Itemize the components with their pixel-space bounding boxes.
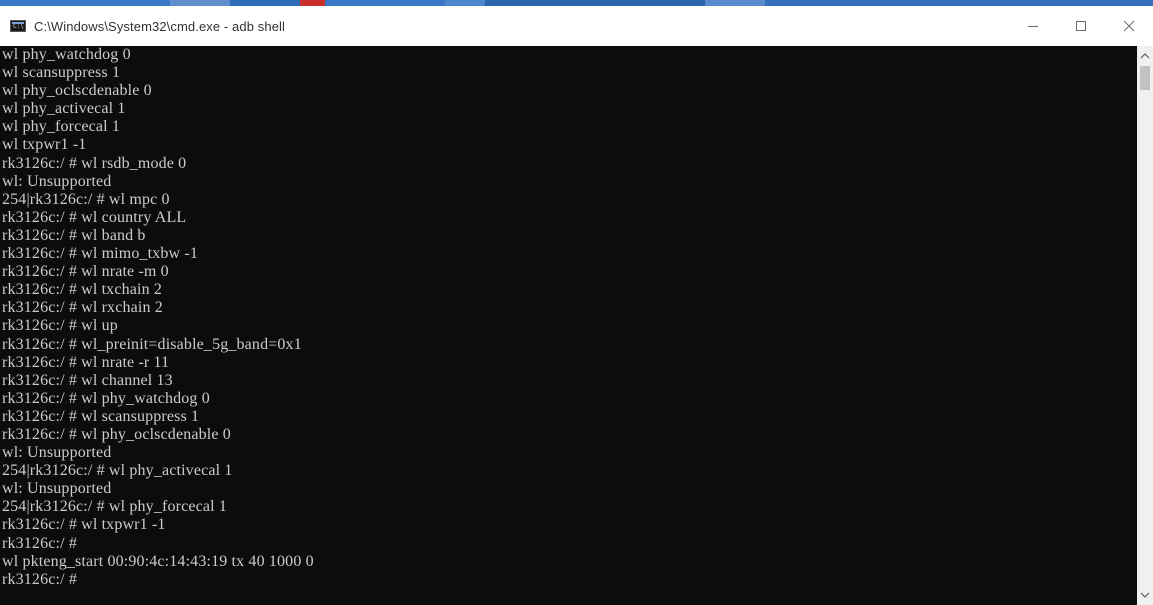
console-line: rk3126c:/ # wl rxchain 2: [2, 299, 163, 317]
console-line: rk3126c:/ # wl channel 13: [2, 371, 173, 389]
console-line: wl: Unsupported: [2, 172, 112, 190]
vertical-scrollbar[interactable]: [1137, 46, 1153, 605]
console-line: wl: Unsupported: [2, 444, 112, 462]
maximize-icon: [1076, 21, 1086, 31]
console-line: rk3126c:/ # wl nrate -r 11: [2, 353, 170, 371]
window-controls: [1009, 6, 1153, 46]
console-line: 254|rk3126c:/ # wl phy_forcecal 1: [2, 498, 227, 516]
console-line: rk3126c:/ # wl scansuppress 1: [2, 407, 200, 425]
console-line: wl phy_oclscdenable 0: [2, 82, 152, 100]
scroll-down-button[interactable]: [1137, 587, 1153, 603]
title-bar[interactable]: C:\ C:\Windows\System32\cmd.exe - adb sh…: [0, 6, 1153, 46]
close-button[interactable]: [1105, 6, 1153, 46]
maximize-button[interactable]: [1057, 6, 1105, 46]
console-line: rk3126c:/ # wl txchain 2: [2, 281, 163, 299]
console-line: 254|rk3126c:/ # wl phy_activecal 1: [2, 462, 233, 480]
console-output[interactable]: wl phy_watchdog 0 wl scansuppress 1 wl phy…: [0, 46, 1137, 605]
console-line: rk3126c:/ #: [2, 570, 77, 588]
cmd-window: C:\ C:\Windows\System32\cmd.exe - adb sh…: [0, 0, 1153, 605]
window-title: C:\Windows\System32\cmd.exe - adb shell: [34, 18, 285, 34]
console-line: rk3126c:/ # wl rsdb_mode 0: [2, 154, 187, 172]
console-line: wl scansuppress 1: [2, 64, 121, 82]
console-line: rk3126c:/ # wl up: [2, 317, 118, 335]
console-line: rk3126c:/ # wl_preinit=disable_5g_band=0…: [2, 335, 302, 353]
console-line: rk3126c:/ # wl phy_oclscdenable 0: [2, 425, 231, 443]
console-line: rk3126c:/ # wl band b: [2, 226, 146, 244]
console-line: rk3126c:/ # wl phy_watchdog 0: [2, 389, 210, 407]
console-line: wl: Unsupported: [2, 480, 112, 498]
console-line: wl txpwr1 -1: [2, 136, 87, 154]
console-line: 254|rk3126c:/ # wl mpc 0: [2, 190, 170, 208]
console-line: rk3126c:/ # wl txpwr1 -1: [2, 516, 166, 534]
scroll-thumb[interactable]: [1140, 66, 1150, 90]
console-line: rk3126c:/ # wl country ALL: [2, 208, 187, 226]
minimize-icon: [1028, 26, 1038, 27]
close-icon: [1123, 20, 1135, 32]
console-line: rk3126c:/ # wl mimo_txbw -1: [2, 245, 199, 263]
console-line: rk3126c:/ #: [2, 534, 77, 552]
console-icon: C:\: [10, 20, 26, 32]
console-lines: wl phy_watchdog 0 wl scansuppress 1 wl phy…: [2, 46, 314, 589]
scroll-up-icon: [1140, 53, 1150, 59]
scroll-down-icon: [1140, 592, 1150, 598]
scroll-up-button[interactable]: [1137, 48, 1153, 64]
console-line: wl phy_activecal 1: [2, 100, 126, 118]
console-line: wl pkteng_start 00:90:4c:14:43:19 tx 40 …: [2, 552, 314, 570]
console-line: rk3126c:/ # wl nrate -m 0: [2, 263, 169, 281]
console-line: wl phy_watchdog 0: [2, 46, 131, 63]
minimize-button[interactable]: [1009, 6, 1057, 46]
console-line: wl phy_forcecal 1: [2, 118, 121, 136]
